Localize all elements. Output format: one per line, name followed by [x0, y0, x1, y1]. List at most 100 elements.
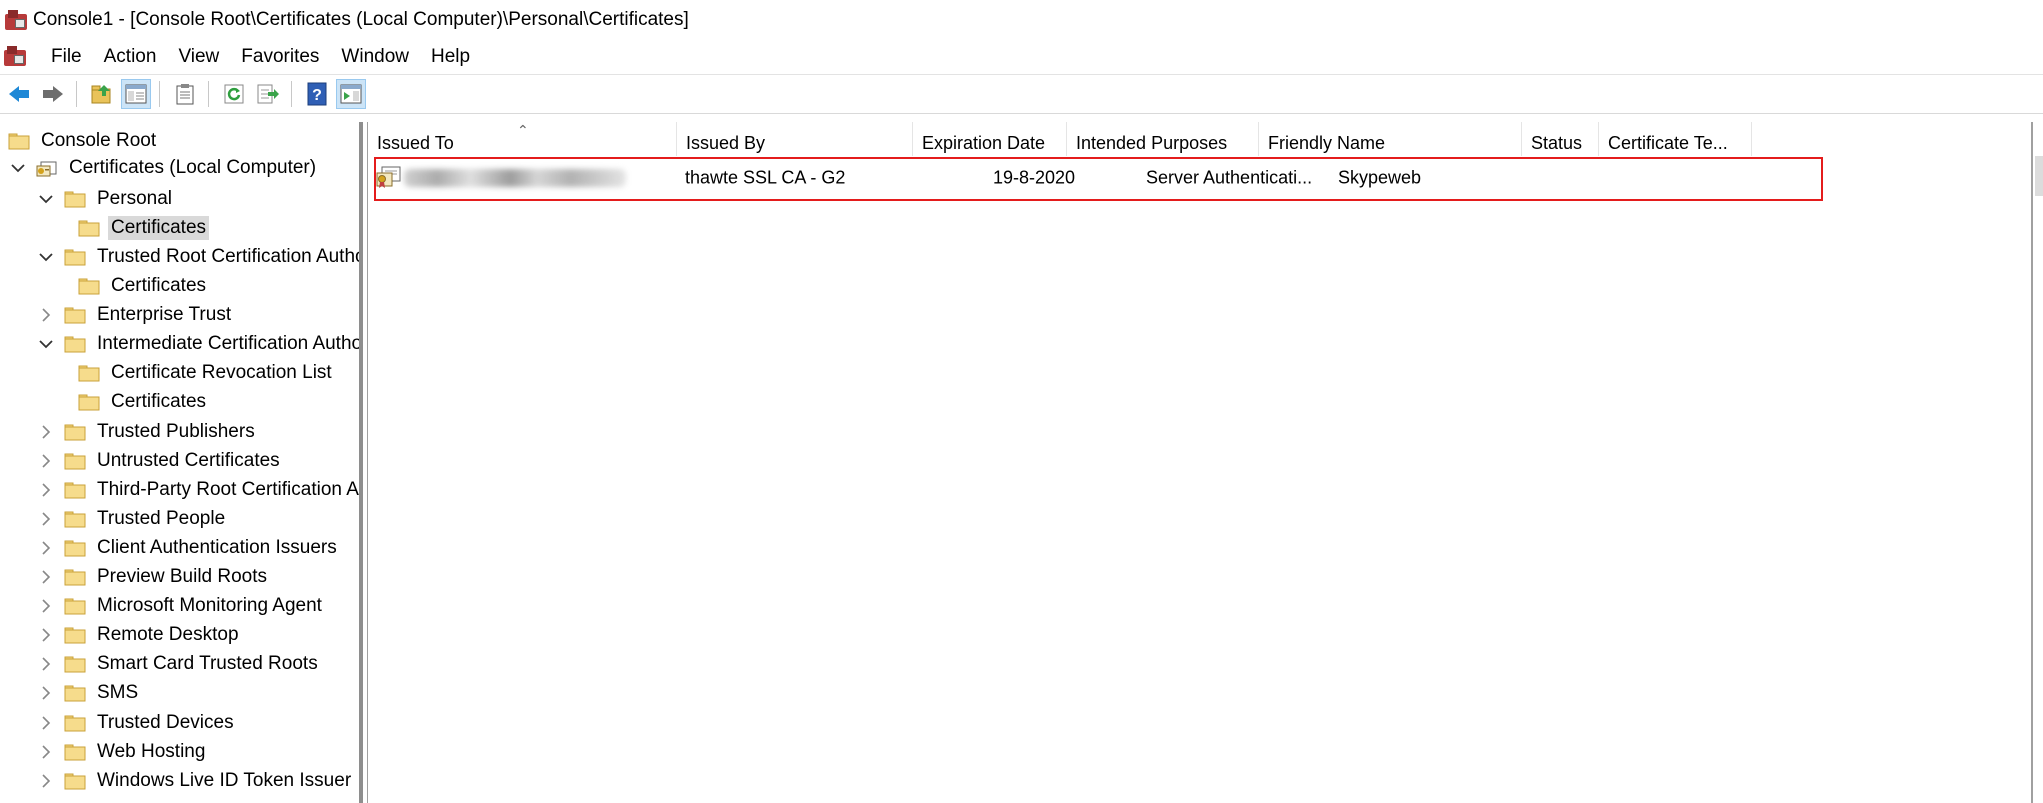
- tree-item-certificates-local-computer[interactable]: Certificates (Local Computer): [10, 154, 319, 181]
- column-header-certificate-template[interactable]: Certificate Te...: [1599, 122, 1752, 156]
- folder-icon: [64, 190, 86, 208]
- refresh-button[interactable]: [219, 79, 249, 109]
- certificate-snapin-icon: [36, 159, 58, 177]
- tree-item[interactable]: Trusted Publishers: [38, 418, 258, 445]
- chevron-down-icon[interactable]: [38, 191, 54, 207]
- folder-icon: [8, 132, 30, 150]
- chevron-right-icon[interactable]: [38, 627, 54, 643]
- column-header-intended-purposes[interactable]: Intended Purposes: [1067, 122, 1259, 156]
- tree-item[interactable]: Certificates: [68, 389, 209, 416]
- folder-icon: [64, 655, 86, 673]
- show-hide-action-pane-button[interactable]: [336, 79, 366, 109]
- properties-button[interactable]: [170, 79, 200, 109]
- chevron-right-icon[interactable]: [38, 744, 54, 760]
- tree-item-console-root[interactable]: Console Root: [8, 127, 159, 154]
- tree-item[interactable]: Microsoft Monitoring Agent: [38, 593, 325, 620]
- up-one-level-button[interactable]: [87, 79, 117, 109]
- tree-item[interactable]: Untrusted Certificates: [38, 447, 283, 474]
- tree-item[interactable]: Intermediate Certification Autho: [38, 331, 359, 358]
- chevron-down-icon[interactable]: [38, 249, 54, 265]
- folder-icon: [64, 539, 86, 557]
- chevron-right-icon[interactable]: [38, 685, 54, 701]
- chevron-right-icon[interactable]: [38, 569, 54, 585]
- cell-friendly-name: Skypeweb: [1338, 167, 1422, 188]
- folder-icon: [64, 743, 86, 761]
- tree-item-label: Certificate Revocation List: [111, 362, 332, 384]
- chevron-right-icon[interactable]: [38, 482, 54, 498]
- tree-item-label: Console Root: [41, 129, 157, 151]
- tree-item[interactable]: Windows Live ID Token Issuer: [38, 767, 354, 794]
- tree-item[interactable]: Web Hosting: [38, 738, 208, 765]
- folder-icon: [64, 510, 86, 528]
- sort-ascending-icon: ⌃: [517, 122, 529, 138]
- folder-icon: [64, 248, 86, 266]
- tree-item[interactable]: Third-Party Root Certification Au: [38, 476, 359, 503]
- back-button[interactable]: [4, 79, 34, 109]
- column-header-issued-by[interactable]: Issued By: [677, 122, 913, 156]
- show-hide-console-tree-button[interactable]: [121, 79, 151, 109]
- export-list-button[interactable]: [253, 79, 283, 109]
- folder-icon: [78, 393, 100, 411]
- folder-icon: [64, 452, 86, 470]
- menu-window[interactable]: Window: [330, 46, 420, 68]
- tree-item[interactable]: Certificates: [68, 273, 209, 300]
- svg-text:?: ?: [312, 87, 322, 104]
- tree-item-label: Certificates: [111, 391, 207, 413]
- window-title: Console1 - [Console Root\Certificates (L…: [33, 9, 689, 30]
- tree-item-label: Trusted Publishers: [97, 420, 255, 442]
- chevron-right-icon[interactable]: [38, 307, 54, 323]
- title-bar: Console1 - [Console Root\Certificates (L…: [0, 0, 2043, 40]
- column-header-friendly-name[interactable]: Friendly Name: [1259, 122, 1522, 156]
- folder-icon: [64, 423, 86, 441]
- tree-item[interactable]: Trusted Devices: [38, 709, 237, 736]
- chevron-right-icon[interactable]: [38, 598, 54, 614]
- show-hide-action-pane-icon: [340, 84, 362, 104]
- folder-icon: [64, 772, 86, 790]
- chevron-right-icon[interactable]: [38, 453, 54, 469]
- tree-item[interactable]: Remote Desktop: [38, 622, 242, 649]
- folder-icon: [64, 335, 86, 353]
- tree-item[interactable]: Smart Card Trusted Roots: [38, 651, 321, 678]
- chevron-down-icon[interactable]: [10, 160, 26, 176]
- menu-action[interactable]: Action: [93, 46, 168, 68]
- chevron-down-icon[interactable]: [38, 336, 54, 352]
- chevron-right-icon[interactable]: [38, 540, 54, 556]
- tree-item-label: Personal: [97, 187, 172, 209]
- tree-item-label: Client Authentication Issuers: [97, 536, 337, 558]
- folder-icon: [64, 306, 86, 324]
- chevron-right-icon[interactable]: [38, 511, 54, 527]
- help-button[interactable]: ?: [302, 79, 332, 109]
- column-header-status[interactable]: Status: [1522, 122, 1599, 156]
- up-folder-icon: [91, 85, 111, 104]
- tree-item[interactable]: Client Authentication Issuers: [38, 534, 340, 561]
- chevron-right-icon[interactable]: [38, 424, 54, 440]
- menu-view[interactable]: View: [167, 46, 230, 68]
- tree-item-label: Remote Desktop: [97, 624, 239, 646]
- issued-to-redacted: [404, 169, 626, 187]
- column-header-expiration-date[interactable]: Expiration Date: [913, 122, 1067, 156]
- tree-item[interactable]: Trusted Root Certification Autho: [38, 243, 359, 270]
- tree-item[interactable]: Personal: [38, 185, 175, 212]
- chevron-right-icon[interactable]: [38, 656, 54, 672]
- menu-file[interactable]: File: [40, 46, 93, 68]
- tree-item[interactable]: Enterprise Trust: [38, 302, 234, 329]
- tree-item[interactable]: Trusted People: [38, 505, 228, 532]
- tree-item-label: Trusted Devices: [97, 711, 234, 733]
- column-label: Issued By: [686, 133, 766, 153]
- tree-item[interactable]: Certificates: [68, 214, 210, 241]
- scrollbar-thumb[interactable]: [2035, 156, 2043, 196]
- menu-favorites[interactable]: Favorites: [230, 46, 330, 68]
- back-icon: [9, 86, 29, 102]
- console-menu-icon[interactable]: [4, 46, 28, 68]
- menu-help[interactable]: Help: [420, 46, 481, 68]
- chevron-right-icon[interactable]: [38, 715, 54, 731]
- tree-item-label: Windows Live ID Token Issuer: [97, 769, 352, 791]
- tree-item[interactable]: Certificate Revocation List: [68, 360, 335, 387]
- toolbar-separator: [159, 81, 160, 107]
- tree-item[interactable]: Preview Build Roots: [38, 564, 270, 591]
- toolbar: ?: [0, 75, 2043, 114]
- chevron-right-icon[interactable]: [38, 773, 54, 789]
- tree-item[interactable]: SMS: [38, 680, 141, 707]
- forward-button[interactable]: [38, 79, 68, 109]
- vertical-scrollbar[interactable]: [2031, 122, 2043, 803]
